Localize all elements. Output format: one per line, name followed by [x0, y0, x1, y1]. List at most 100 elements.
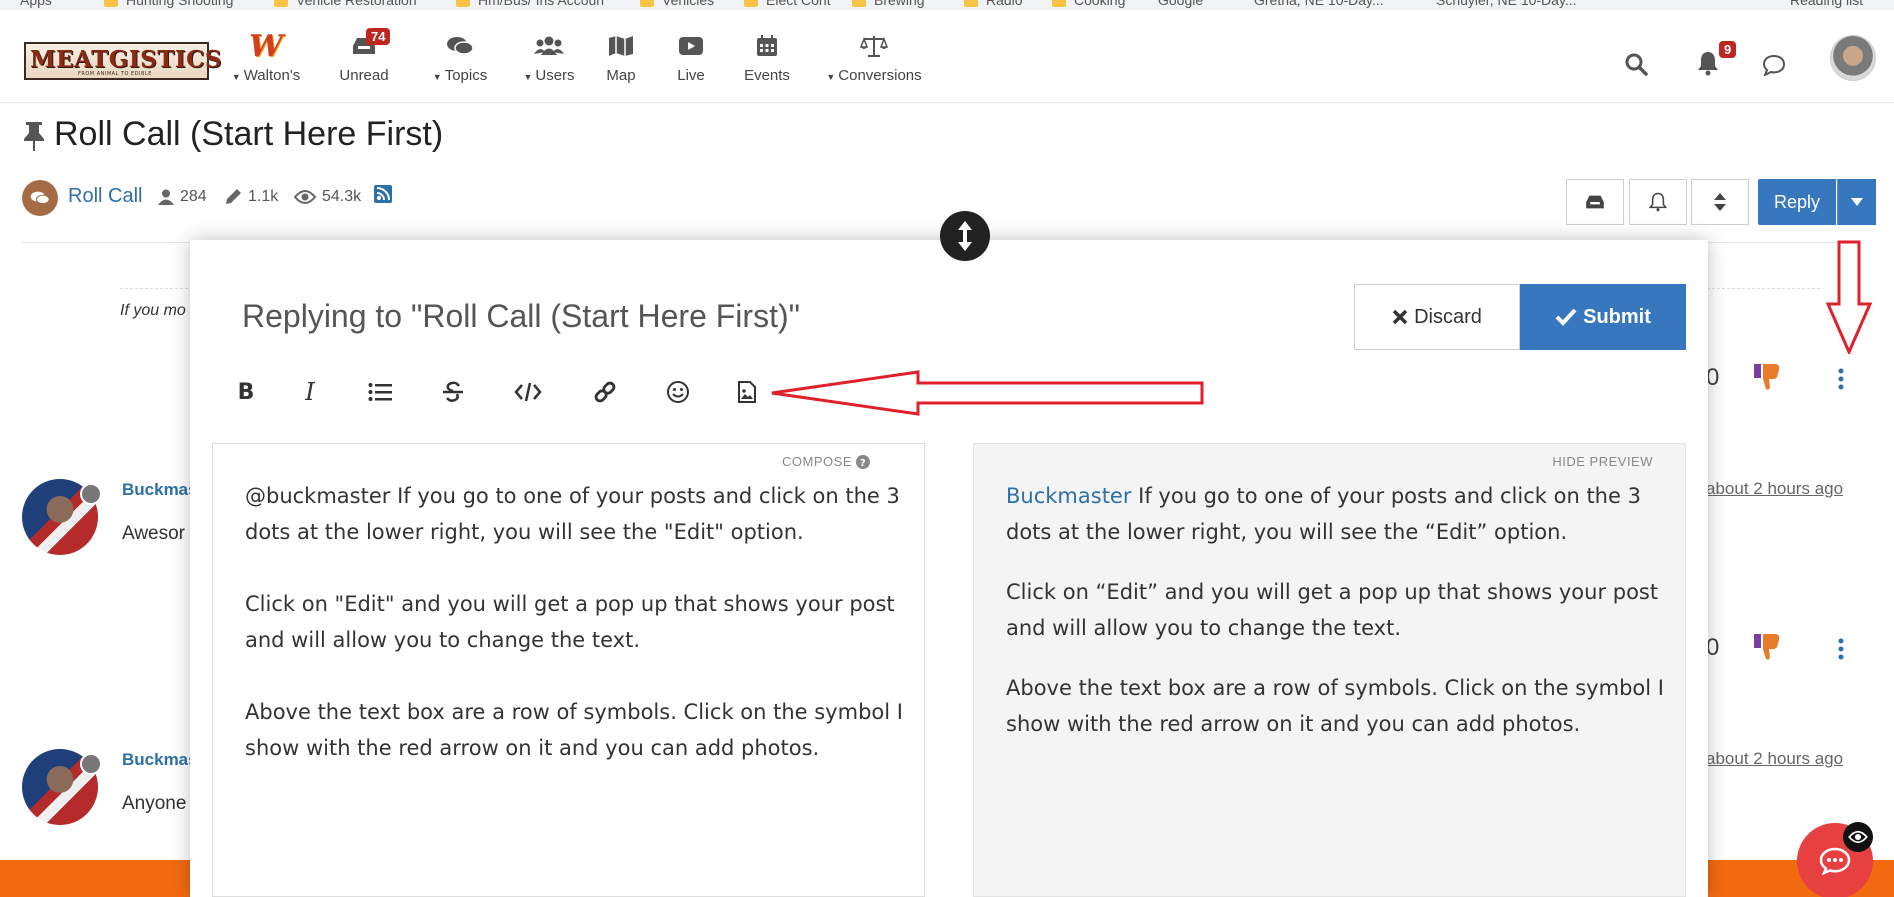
- bookmark-apps[interactable]: Apps: [20, 0, 52, 8]
- strikethrough-button[interactable]: [433, 372, 473, 412]
- preview-paragraph: Above the text box are a row of symbols.…: [1006, 676, 1664, 736]
- nav-waltons[interactable]: W ▼ Walton's: [228, 28, 304, 94]
- help-circle-icon[interactable]: ?: [856, 454, 870, 469]
- bookmark-item[interactable]: Cooking: [1052, 0, 1125, 8]
- submit-button[interactable]: Submit: [1520, 284, 1686, 350]
- thumbs-down-icon[interactable]: [1752, 632, 1782, 662]
- bookmark-item[interactable]: Gretna, NE 10-Day...: [1254, 0, 1384, 8]
- site-header: MEATGISTICS FROM ANIMAL TO EDIBLE W ▼ Wal…: [0, 10, 1894, 103]
- link-button[interactable]: [585, 372, 625, 412]
- italic-icon: I: [305, 378, 315, 406]
- user-avatar[interactable]: [1830, 35, 1876, 81]
- editor-textarea[interactable]: @buckmaster If you go to one of your pos…: [245, 478, 905, 802]
- bookmark-item[interactable]: Vehicle Restoration: [274, 0, 417, 8]
- nav-unread[interactable]: 74 Unread: [334, 28, 394, 94]
- italic-button[interactable]: I: [290, 372, 330, 412]
- nav-map[interactable]: Map: [600, 28, 642, 94]
- post-timestamp[interactable]: about 2 hours ago: [1706, 749, 1843, 769]
- caret-down-icon: ▼: [231, 72, 241, 82]
- annotation-arrow-left: [771, 370, 1204, 416]
- posters-stat: 284: [158, 188, 207, 206]
- code-icon: [514, 382, 542, 402]
- bookmarks-bar: Apps Hunting Shooting Vehicle Restoratio…: [0, 0, 1894, 10]
- online-indicator: [80, 483, 102, 505]
- composer-preview: HIDE PREVIEW Buckmaster If you go to one…: [973, 443, 1686, 897]
- nav-events[interactable]: Events: [742, 28, 792, 94]
- more-options-icon[interactable]: [1838, 368, 1844, 390]
- bookmark-item[interactable]: Google: [1158, 0, 1203, 8]
- bookmark-item[interactable]: Hm/Bus/ Ins Accoun: [456, 0, 604, 8]
- post-author-name[interactable]: Buckmas: [122, 480, 198, 500]
- post-author-name[interactable]: Buckmas: [122, 750, 198, 770]
- notification-count-badge: 9: [1719, 41, 1737, 58]
- pin-icon: [24, 122, 44, 151]
- caret-down-icon: ▼: [432, 72, 442, 82]
- nav-topics[interactable]: ▼ Topics: [420, 28, 500, 94]
- category-avatar[interactable]: [22, 180, 58, 216]
- code-button[interactable]: [508, 372, 548, 412]
- users-icon: [534, 36, 564, 55]
- emoji-icon: [667, 381, 689, 403]
- calendar-icon: [757, 35, 777, 56]
- upload-image-button[interactable]: [727, 372, 767, 412]
- post-timestamp[interactable]: about 2 hours ago: [1706, 479, 1843, 499]
- reply-dropdown-button[interactable]: [1837, 179, 1876, 225]
- site-logo[interactable]: MEATGISTICS FROM ANIMAL TO EDIBLE: [24, 42, 222, 80]
- strikethrough-icon: [443, 381, 463, 402]
- category-link[interactable]: Roll Call: [68, 185, 142, 208]
- bookmark-item[interactable]: Radio: [964, 0, 1023, 8]
- bold-button[interactable]: B: [226, 372, 266, 412]
- bookmark-item[interactable]: Elect Cont: [744, 0, 831, 8]
- thumbs-down-icon[interactable]: [1752, 362, 1782, 392]
- balance-scale-icon: [860, 36, 888, 57]
- nav-live[interactable]: Live: [674, 28, 708, 94]
- caret-down-icon: [1851, 198, 1863, 206]
- bell-outline-icon: [1649, 192, 1667, 212]
- bookmark-item[interactable]: Brewing: [852, 0, 925, 8]
- visibility-eye-icon[interactable]: [1843, 822, 1873, 852]
- svg-text:?: ?: [860, 458, 866, 469]
- composer-heading: Replying to "Roll Call (Start Here First…: [242, 298, 800, 334]
- posts-stat: 1.1k: [224, 188, 278, 206]
- reply-button[interactable]: Reply: [1758, 179, 1836, 225]
- sort-button[interactable]: [1691, 179, 1749, 225]
- bookmark-item[interactable]: Hunting Shooting: [104, 0, 233, 8]
- more-options-icon[interactable]: [1838, 638, 1844, 660]
- bookmark-reading-list[interactable]: Reading list: [1790, 0, 1863, 8]
- bookmark-item[interactable]: Schuyler, NE 10-Day...: [1436, 0, 1577, 8]
- inbox-icon: [1586, 195, 1604, 209]
- search-icon[interactable]: [1624, 52, 1648, 76]
- post-body: Anyone: [122, 793, 187, 814]
- notifications-bell-icon[interactable]: [1697, 50, 1719, 76]
- user-icon: [158, 189, 174, 205]
- caret-down-icon: ▼: [826, 72, 836, 82]
- online-indicator: [80, 753, 102, 775]
- watch-button[interactable]: [1629, 179, 1687, 225]
- bookmark-item[interactable]: Vehicles: [640, 0, 714, 8]
- link-icon: [594, 381, 616, 403]
- bold-icon: B: [237, 379, 255, 405]
- vote-count: 0: [1706, 634, 1720, 661]
- close-icon: [1392, 309, 1408, 325]
- editor-paragraph: Above the text box are a row of symbols.…: [245, 700, 903, 760]
- nav-conversions[interactable]: ▼ Conversions: [824, 28, 924, 94]
- user-mention-link[interactable]: Buckmaster: [1006, 484, 1131, 508]
- rss-icon[interactable]: [374, 185, 392, 203]
- hide-preview-toggle[interactable]: HIDE PREVIEW: [1552, 454, 1653, 469]
- inbox-button[interactable]: [1566, 179, 1624, 225]
- composer-editor[interactable]: COMPOSE ? @buckmaster If you go to one o…: [212, 443, 925, 897]
- unread-badge: 74: [366, 28, 391, 45]
- reply-composer: Replying to "Roll Call (Start Here First…: [190, 240, 1708, 897]
- eye-icon: [294, 190, 316, 204]
- bullet-list-button[interactable]: [360, 372, 400, 412]
- waltons-logo-icon: W: [249, 28, 283, 64]
- nav-users[interactable]: ▼ Users: [514, 28, 584, 94]
- chat-bubble-icon[interactable]: [1762, 54, 1786, 76]
- comments-icon: [30, 191, 50, 205]
- composer-resize-handle[interactable]: [940, 211, 990, 261]
- comments-icon: [447, 37, 474, 55]
- views-stat: 54.3k: [294, 188, 361, 206]
- emoji-button[interactable]: [658, 372, 698, 412]
- discard-button[interactable]: Discard: [1354, 284, 1520, 350]
- topic-title: Roll Call (Start Here First): [54, 115, 444, 153]
